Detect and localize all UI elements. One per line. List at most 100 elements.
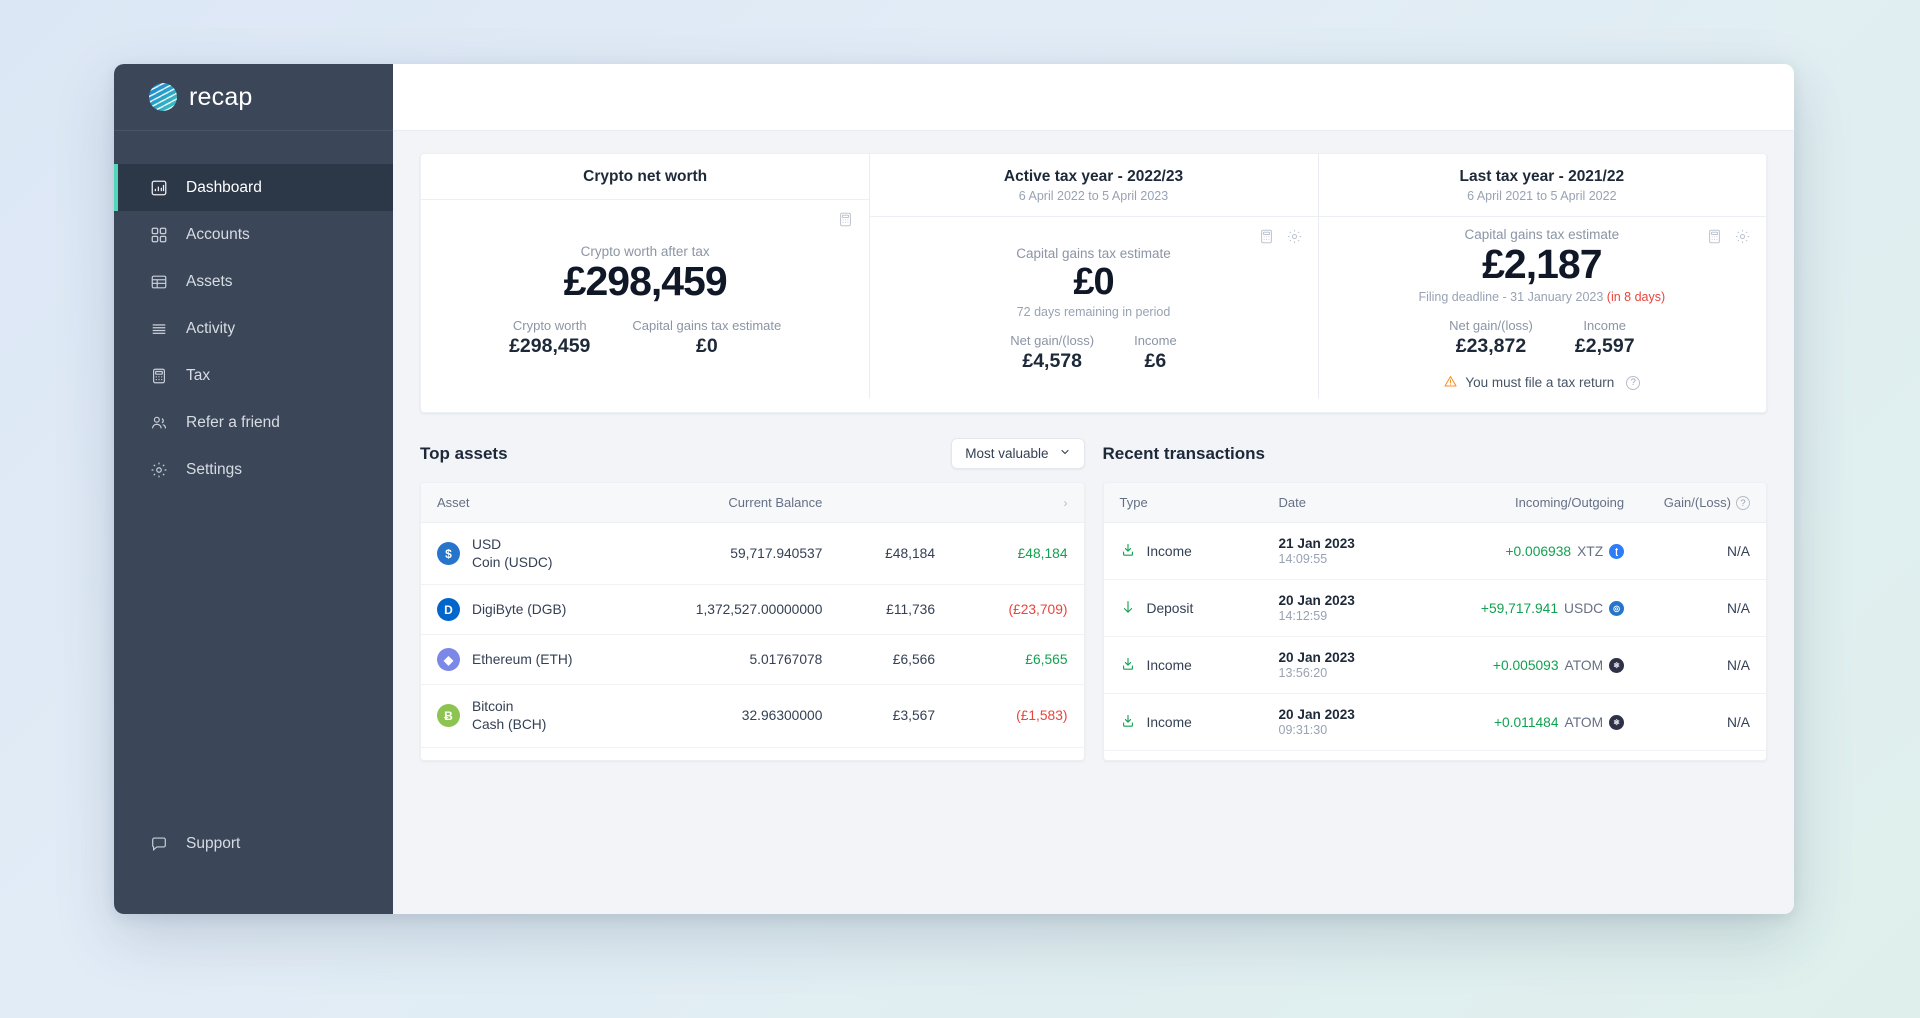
asset-name: USD Coin (USDC) — [472, 536, 553, 571]
asset-cell: ◆ Ethereum (ETH) — [421, 634, 660, 686]
filing-deadline-countdown: (in 8 days) — [1606, 289, 1666, 304]
tx-type-label: Deposit — [1146, 600, 1194, 616]
column-header-incoming-outgoing[interactable]: Incoming/Outgoing — [1414, 482, 1641, 524]
summary-cards: Crypto net worth Crypto worth after tax … — [420, 153, 1767, 413]
asset-name-line1: Bitcoin — [472, 699, 514, 715]
tx-date-cell: 20 Jan 2023 14:12:59 — [1262, 579, 1415, 638]
asset-value: £3,567 — [838, 684, 951, 748]
column-header-gain-loss[interactable]: Gain/(Loss)? — [1640, 482, 1766, 524]
asset-balance: 59,717.940537 — [659, 522, 839, 586]
card-primary-value: Crypto worth after tax £298,459 Crypto w… — [437, 244, 853, 359]
card-value-label: Capital gains tax estimate — [1016, 245, 1171, 261]
tx-symbol: ATOM — [1564, 714, 1604, 730]
tx-type-label: Income — [1146, 543, 1192, 559]
brand[interactable]: recap — [114, 64, 393, 131]
tx-amount-cell: +59,717.941 USDC ◎ — [1414, 579, 1641, 638]
tx-date-cell: 21 Jan 2023 14:09:55 — [1262, 522, 1415, 581]
xtz-coin-icon: ʈ — [1609, 543, 1625, 559]
table-row[interactable]: ◆ Ethereum (ETH) 5.01767078 £6,566 £6,56… — [421, 634, 1084, 686]
recap-logo-icon — [149, 83, 177, 111]
card-header: Last tax year - 2021/22 6 April 2021 to … — [1317, 154, 1766, 217]
column-header-gain[interactable]: › — [951, 482, 1084, 523]
table-row[interactable]: Income 21 Jan 2023 14:09:55 +0.006938 XT… — [1103, 522, 1766, 581]
sidebar-item-refer-a-friend[interactable]: Refer a friend — [114, 399, 393, 446]
tx-amount-cell: Rekt ● — [1414, 750, 1641, 760]
gear-icon[interactable] — [1285, 227, 1304, 246]
table-row[interactable]: Ƀ Bitcoin Cash (BCH) 32.96300000 £3,567 … — [421, 684, 1084, 748]
bch-coin-icon: Ƀ — [437, 704, 460, 728]
top-assets-sort-select[interactable]: Most valuable — [951, 438, 1085, 470]
warning-text: You must file a tax return — [1465, 375, 1615, 391]
tx-date: 21 Jan 2023 — [1278, 536, 1355, 552]
sidebar-item-support[interactable]: Support — [114, 820, 393, 867]
metric-label: Crypto worth — [512, 318, 587, 334]
tx-date-cell: 20 Jan 2023 09:31:30 — [1262, 693, 1415, 752]
table-row[interactable]: D DigiByte (DGB) 1,372,527.00000000 £11,… — [421, 584, 1084, 636]
top-assets-panel: Top assets Most valuable Asset Current B… — [420, 437, 1085, 761]
sidebar-item-assets[interactable]: Assets — [114, 258, 393, 305]
tx-amount-cell: +0.005093 ATOM ⚛ — [1414, 636, 1641, 695]
panel-title: Top assets — [420, 443, 508, 463]
calculator-icon[interactable] — [836, 210, 855, 229]
column-header-type[interactable]: Type — [1103, 482, 1263, 524]
card-metrics: Crypto worth £298,459 Capital gains tax … — [437, 318, 853, 358]
card-value-label: Capital gains tax estimate — [1464, 227, 1620, 242]
asset-name: Bitcoin Cash (BCH) — [472, 698, 546, 733]
income-icon — [1120, 542, 1136, 561]
column-header-current-balance[interactable]: Current Balance — [659, 482, 839, 523]
table-row[interactable]: Deposit 19 Jan 2023 — [1103, 750, 1766, 760]
sidebar-item-settings[interactable]: Settings — [114, 446, 393, 493]
metric: Net gain/(loss) £4,578 — [1010, 333, 1094, 373]
tx-symbol: USDC — [1564, 600, 1604, 616]
card-actions — [836, 210, 855, 229]
card-body: Capital gains tax estimate £2,187 Filing… — [1318, 217, 1766, 412]
gear-icon[interactable] — [1733, 227, 1752, 246]
asset-balance: 32.96300000 — [659, 684, 839, 748]
top-assets-table-wrap[interactable]: Asset Current Balance › $ USD Coin (USDC… — [420, 481, 1085, 761]
recent-transactions-table: Type Date Incoming/Outgoing Gain/(Loss)? — [1103, 482, 1766, 760]
tx-symbol: ATOM — [1564, 657, 1604, 673]
tx-date: 20 Jan 2023 — [1278, 593, 1355, 609]
tx-time: 14:09:55 — [1278, 552, 1328, 567]
recent-transactions-panel: Recent transactions Type Date Incoming/O… — [1102, 437, 1767, 761]
sidebar-item-label: Tax — [186, 366, 211, 384]
card-primary-value: Capital gains tax estimate £2,187 Filing… — [1334, 227, 1750, 392]
table-row[interactable]: (£598) — [421, 747, 1084, 760]
column-header-asset[interactable]: Asset — [421, 482, 660, 523]
metric: Crypto worth £298,459 — [509, 318, 590, 358]
card-title: Active tax year - 2022/23 — [1003, 168, 1184, 185]
sidebar-item-tax[interactable]: Tax — [114, 352, 393, 399]
table-row[interactable]: $ USD Coin (USDC) 59,717.940537 £48,184 … — [421, 522, 1084, 586]
calculator-icon[interactable] — [1705, 227, 1724, 246]
table-row[interactable]: Income 20 Jan 2023 13:56:20 +0.005093 AT… — [1103, 636, 1766, 695]
recent-transactions-table-wrap[interactable]: Type Date Incoming/Outgoing Gain/(Loss)? — [1102, 481, 1767, 761]
tx-amount: +0.006938 — [1505, 543, 1572, 559]
column-header-gain-loss-label: Gain/(Loss) — [1663, 494, 1731, 510]
card-body: Crypto worth after tax £298,459 Crypto w… — [421, 200, 869, 412]
sidebar-item-accounts[interactable]: Accounts — [114, 211, 393, 258]
asset-name: DigiByte (DGB) — [472, 601, 567, 617]
tx-type-label: Income — [1146, 657, 1192, 673]
eth-coin-icon: ◆ — [437, 648, 460, 672]
brand-name: recap — [189, 82, 253, 111]
usdc-coin-icon: ◎ — [1609, 600, 1625, 616]
help-circle-icon[interactable]: ? — [1626, 375, 1641, 390]
top-assets-table: Asset Current Balance › $ USD Coin (USDC… — [421, 482, 1084, 760]
metric-value: £2,597 — [1574, 334, 1635, 357]
column-header-date[interactable]: Date — [1262, 482, 1415, 524]
card-value: £0 — [1073, 260, 1114, 303]
metric: Net gain/(loss) £23,872 — [1449, 318, 1533, 358]
sidebar-item-dashboard[interactable]: Dashboard — [114, 164, 393, 211]
tx-time: 09:31:30 — [1278, 723, 1328, 738]
card-title: Last tax year - 2021/22 — [1459, 168, 1625, 185]
calculator-icon[interactable] — [1257, 227, 1276, 246]
table-row[interactable]: Deposit 20 Jan 2023 14:12:59 +59,717.941… — [1103, 579, 1766, 638]
help-circle-icon[interactable]: ? — [1736, 496, 1750, 511]
top-bar — [393, 64, 1794, 131]
sidebar-item-activity[interactable]: Activity — [114, 305, 393, 352]
asset-value: £11,736 — [838, 584, 951, 636]
chart-bar-icon — [149, 178, 169, 198]
sidebar-item-label: Accounts — [186, 225, 250, 243]
atom-coin-icon: ⚛ — [1609, 714, 1625, 730]
table-row[interactable]: Income 20 Jan 2023 09:31:30 +0.011484 AT… — [1103, 693, 1766, 752]
